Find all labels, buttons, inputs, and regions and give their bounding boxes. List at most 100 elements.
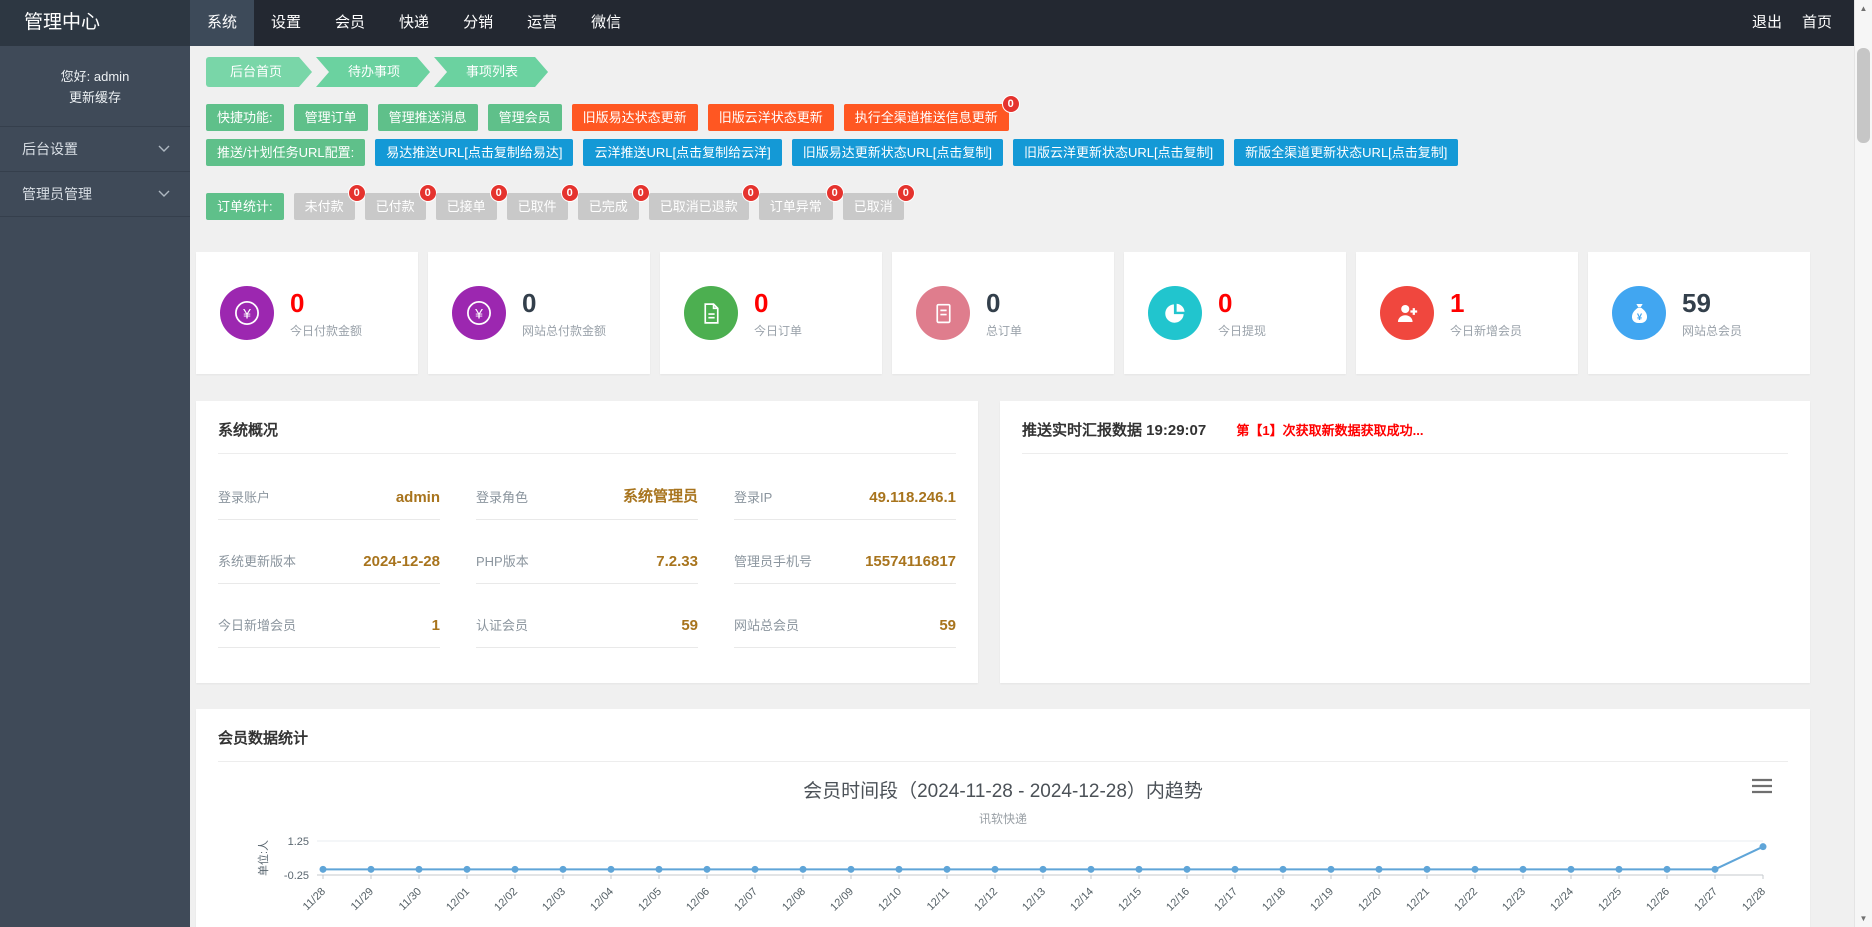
manage-orders-button[interactable]: 管理订单: [294, 104, 368, 131]
topbar-actions: 退出 首页: [1742, 0, 1842, 46]
card-today-new-members: 1今日新增会员: [1356, 252, 1578, 374]
count-badge: 0: [419, 184, 437, 202]
card-total-orders: 0总订单: [892, 252, 1114, 374]
system-overview-panel: 系统概况 登录账户admin 登录角色系统管理员 登录IP49.118.246.…: [196, 401, 978, 683]
order-abnormal-button[interactable]: 订单异常0: [759, 193, 833, 220]
nav-tab-wechat[interactable]: 微信: [574, 0, 638, 46]
sidebar-item-admin-management[interactable]: 管理员管理: [0, 172, 190, 217]
svg-text:1.25: 1.25: [288, 836, 309, 848]
nav-tab-distribution[interactable]: 分销: [446, 0, 510, 46]
svg-text:11/30: 11/30: [397, 886, 424, 913]
unpaid-button[interactable]: 未付款0: [294, 193, 355, 220]
yen-circle-icon: ¥: [452, 286, 506, 340]
legacy-yida-update-status-url-button[interactable]: 旧版易达更新状态URL[点击复制]: [792, 139, 1003, 166]
breadcrumb-todo[interactable]: 待办事项: [316, 57, 430, 87]
sidebar-item-backend-settings[interactable]: 后台设置: [0, 127, 190, 172]
scroll-down-arrow[interactable]: ▼: [1855, 910, 1872, 927]
svg-text:12/06: 12/06: [684, 886, 712, 914]
quick-functions-label[interactable]: 快捷功能:: [206, 104, 284, 131]
stat-label: 今日提现: [1218, 322, 1266, 339]
svg-text:12/10: 12/10: [876, 886, 904, 914]
paid-button[interactable]: 已付款0: [365, 193, 426, 220]
svg-text:12/20: 12/20: [1356, 886, 1384, 914]
svg-text:12/15: 12/15: [1116, 886, 1144, 914]
yunyang-push-url-copy-button[interactable]: 云洋推送URL[点击复制给云洋]: [583, 139, 781, 166]
cancelled-refunded-button[interactable]: 已取消已退款0: [649, 193, 749, 220]
menu-item-label: 后台设置: [22, 139, 78, 159]
logout-link[interactable]: 退出: [1742, 0, 1792, 46]
stat-value: 0: [522, 288, 606, 319]
stat-value: 0: [754, 288, 802, 319]
manage-members-button[interactable]: 管理会员: [488, 104, 562, 131]
svg-text:12/28: 12/28: [1740, 886, 1768, 914]
chart-header: 会员时间段（2024-11-28 - 2024-12-28）内趋势: [218, 776, 1788, 803]
legacy-yunyang-update-status-url-button[interactable]: 旧版云洋更新状态URL[点击复制]: [1013, 139, 1224, 166]
svg-text:12/11: 12/11: [925, 886, 952, 913]
card-total-payment: ¥ 0 网站总付款金额: [428, 252, 650, 374]
svg-text:12/25: 12/25: [1596, 886, 1624, 914]
svg-text:12/08: 12/08: [780, 886, 808, 914]
sidebar-menu: 后台设置 管理员管理: [0, 126, 190, 217]
svg-text:12/27: 12/27: [1692, 886, 1720, 914]
overview-cell-admin-phone: 管理员手机号15574116817: [734, 551, 956, 584]
yida-push-url-copy-button[interactable]: 易达推送URL[点击复制给易达]: [375, 139, 573, 166]
overview-cell-login-role: 登录角色系统管理员: [476, 485, 698, 520]
card-today-payment: ¥ 0今日付款金额: [196, 252, 418, 374]
scrollbar-thumb[interactable]: [1857, 48, 1870, 143]
chart-subtitle: 讯软快递: [218, 810, 1788, 827]
count-badge: 0: [348, 184, 366, 202]
breadcrumb-home[interactable]: 后台首页: [206, 57, 312, 87]
push-task-url-config-label[interactable]: 推送/计划任务URL配置:: [206, 139, 365, 166]
nav-tab-settings[interactable]: 设置: [254, 0, 318, 46]
svg-text:12/07: 12/07: [732, 886, 760, 914]
refresh-cache-link[interactable]: 更新缓存: [0, 87, 190, 108]
vertical-scrollbar[interactable]: ▲ ▼: [1854, 0, 1872, 927]
top-bar: 管理中心 系统 设置 会员 快递 分销 运营 微信 退出 首页: [0, 0, 1872, 46]
completed-button[interactable]: 已完成0: [578, 193, 639, 220]
run-all-channel-push-update-button[interactable]: 执行全渠道推送信息更新0: [844, 104, 1009, 131]
overview-cell-login-ip: 登录IP49.118.246.1: [734, 485, 956, 520]
stat-label: 网站总付款金额: [522, 322, 606, 339]
accepted-button[interactable]: 已接单0: [436, 193, 497, 220]
card-total-members: ¥ 59网站总会员: [1588, 252, 1810, 374]
member-stats-panel: 会员数据统计 会员时间段（2024-11-28 - 2024-12-28）内趋势…: [196, 709, 1810, 927]
svg-text:12/19: 12/19: [1308, 886, 1336, 914]
card-today-withdrawal: 0今日提现: [1124, 252, 1346, 374]
overview-cell-verified-members: 认证会员59: [476, 615, 698, 648]
overview-cell-update-version: 系统更新版本2024-12-28: [218, 551, 440, 584]
home-link[interactable]: 首页: [1792, 0, 1842, 46]
menu-item-label: 管理员管理: [22, 184, 92, 204]
yen-circle-icon: ¥: [220, 286, 274, 340]
legacy-yida-status-update-button[interactable]: 旧版易达状态更新: [572, 104, 698, 131]
chart-title: 会员时间段（2024-11-28 - 2024-12-28）内趋势: [218, 776, 1788, 803]
push-url-row: 推送/计划任务URL配置: 易达推送URL[点击复制给易达] 云洋推送URL[点…: [206, 139, 1810, 166]
svg-text:11/29: 11/29: [349, 886, 376, 913]
cancelled-button[interactable]: 已取消0: [843, 193, 904, 220]
picked-up-button[interactable]: 已取件0: [507, 193, 568, 220]
nav-tab-operations[interactable]: 运营: [510, 0, 574, 46]
count-badge: 0: [632, 184, 650, 202]
new-all-channel-update-status-url-button[interactable]: 新版全渠道更新状态URL[点击复制]: [1234, 139, 1458, 166]
user-plus-icon: [1380, 286, 1434, 340]
stat-label: 网站总会员: [1682, 322, 1742, 339]
stat-label: 总订单: [986, 322, 1022, 339]
scroll-up-arrow[interactable]: ▲: [1855, 0, 1872, 17]
stat-value: 59: [1682, 288, 1742, 319]
main-nav: 系统 设置 会员 快递 分销 运营 微信: [190, 0, 1742, 46]
breadcrumb-item-list[interactable]: 事项列表: [434, 57, 548, 87]
nav-tab-members[interactable]: 会员: [318, 0, 382, 46]
manage-push-messages-button[interactable]: 管理推送消息: [378, 104, 478, 131]
main-content: 后台首页 待办事项 事项列表 快捷功能: 管理订单 管理推送消息 管理会员 旧版…: [196, 46, 1810, 927]
nav-tab-system[interactable]: 系统: [190, 0, 254, 46]
order-stats-label[interactable]: 订单统计:: [206, 193, 284, 220]
nav-tab-express[interactable]: 快递: [382, 0, 446, 46]
svg-text:12/09: 12/09: [828, 886, 856, 914]
count-badge: 0: [1002, 95, 1020, 113]
sidebar: 您好: admin 更新缓存 后台设置 管理员管理: [0, 46, 190, 927]
svg-text:12/26: 12/26: [1644, 886, 1672, 914]
chart-menu-icon[interactable]: [1752, 778, 1772, 799]
card-today-orders: 0今日订单: [660, 252, 882, 374]
chevron-down-icon: [158, 145, 170, 153]
legacy-yunyang-status-update-button[interactable]: 旧版云洋状态更新: [708, 104, 834, 131]
count-badge: 0: [561, 184, 579, 202]
